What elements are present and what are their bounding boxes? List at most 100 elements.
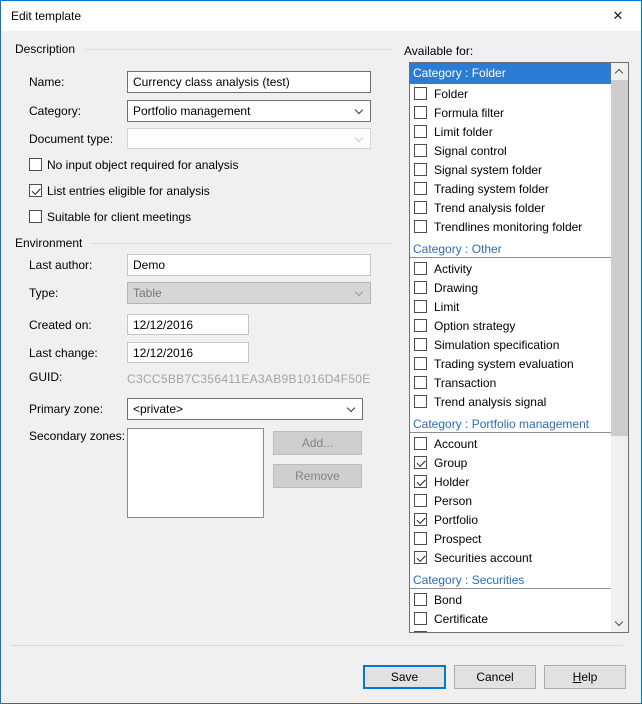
list-item-row[interactable]: Trading system folder (410, 179, 612, 198)
list-item-row[interactable]: Holder (410, 472, 612, 491)
unchecked-checkbox-icon[interactable] (414, 532, 427, 545)
type-label: Type: (29, 282, 58, 304)
list-item-row[interactable]: Signal system folder (410, 160, 612, 179)
unchecked-checkbox-icon[interactable] (29, 158, 42, 171)
description-group-label: Description (15, 42, 75, 56)
checkbox-label: No input object required for analysis (47, 158, 238, 172)
category-select[interactable]: Portfolio management (127, 100, 371, 122)
list-item-row[interactable]: Simulation specification (410, 335, 612, 354)
list-item-row[interactable]: Securities account (410, 548, 612, 567)
unchecked-checkbox-icon[interactable] (414, 87, 427, 100)
list-item-row[interactable]: Limit (410, 297, 612, 316)
chevron-down-icon (355, 134, 363, 142)
unchecked-checkbox-icon[interactable] (414, 201, 427, 214)
list-item-row[interactable]: Trend analysis signal (410, 392, 612, 411)
unchecked-checkbox-icon[interactable] (414, 395, 427, 408)
list-item-label: Certificate (434, 612, 488, 626)
list-item-row[interactable]: Formula filter (410, 103, 612, 122)
list-item-row[interactable]: Transaction (410, 373, 612, 392)
guid-label: GUID: (29, 366, 62, 388)
unchecked-checkbox-icon[interactable] (414, 357, 427, 370)
list-item-row[interactable]: Option strategy (410, 316, 612, 335)
unchecked-checkbox-icon[interactable] (414, 631, 427, 632)
option-checkbox-row[interactable]: No input object required for analysis (29, 157, 238, 172)
checked-checkbox-icon[interactable] (414, 456, 427, 469)
list-category-header[interactable]: Category : Other (410, 236, 612, 259)
option-checkbox-row[interactable]: List entries eligible for analysis (29, 183, 238, 198)
dialog-body: Description Name: Category: Portfolio ma… (1, 31, 641, 703)
unchecked-checkbox-icon[interactable] (414, 144, 427, 157)
list-item-label: Limit (434, 300, 459, 314)
type-select[interactable]: Table (127, 282, 371, 304)
save-button[interactable]: Save (363, 665, 446, 689)
name-input[interactable] (127, 71, 371, 93)
secondary-zones-listbox[interactable] (127, 428, 264, 518)
list-item-row[interactable]: Group (410, 453, 612, 472)
unchecked-checkbox-icon[interactable] (414, 319, 427, 332)
unchecked-checkbox-icon[interactable] (414, 494, 427, 507)
last-change-input[interactable] (127, 342, 249, 363)
scrollbar-thumb[interactable] (611, 80, 628, 436)
last-author-input[interactable] (127, 254, 371, 276)
list-item-row[interactable]: Signal control (410, 141, 612, 160)
add-button[interactable]: Add... (273, 431, 362, 455)
list-item-row[interactable]: Drawing (410, 278, 612, 297)
list-category-header-selected[interactable]: Category : Folder (410, 63, 612, 84)
list-item-row[interactable]: Limit folder (410, 122, 612, 141)
unchecked-checkbox-icon[interactable] (414, 125, 427, 138)
option-checkbox-row[interactable]: Suitable for client meetings (29, 209, 238, 224)
list-item-row[interactable]: Person (410, 491, 612, 510)
unchecked-checkbox-icon[interactable] (414, 281, 427, 294)
list-item-row[interactable]: Certificate (410, 609, 612, 628)
unchecked-checkbox-icon[interactable] (414, 612, 427, 625)
list-item-row[interactable]: Folder (410, 84, 612, 103)
created-on-input[interactable] (127, 314, 249, 335)
checked-checkbox-icon[interactable] (414, 475, 427, 488)
cancel-button[interactable]: Cancel (454, 665, 536, 689)
unchecked-checkbox-icon[interactable] (414, 338, 427, 351)
unchecked-checkbox-icon[interactable] (414, 262, 427, 275)
unchecked-checkbox-icon[interactable] (414, 182, 427, 195)
list-item-row[interactable]: Trading system evaluation (410, 354, 612, 373)
type-value: Table (133, 286, 162, 300)
unchecked-checkbox-icon[interactable] (414, 437, 427, 450)
unchecked-checkbox-icon[interactable] (29, 210, 42, 223)
guid-value: C3CC5BB7C356411EA3AB9B1016D4F50E (127, 372, 371, 386)
checked-checkbox-icon[interactable] (29, 184, 42, 197)
list-item-row[interactable]: Trendlines monitoring folder (410, 217, 612, 236)
name-label: Name: (29, 71, 64, 93)
list-category-header[interactable]: Category : Portfolio management (410, 411, 612, 434)
unchecked-checkbox-icon[interactable] (414, 376, 427, 389)
category-value: Portfolio management (133, 104, 250, 118)
environment-group-label: Environment (15, 236, 82, 250)
unchecked-checkbox-icon[interactable] (414, 593, 427, 606)
scrollbar[interactable] (611, 63, 628, 632)
titlebar[interactable]: Edit template ✕ (1, 1, 641, 31)
list-category-header[interactable]: Category : Securities (410, 567, 612, 590)
remove-button[interactable]: Remove (273, 464, 362, 488)
unchecked-checkbox-icon[interactable] (414, 106, 427, 119)
list-item-row[interactable]: Trend analysis folder (410, 198, 612, 217)
list-item-row[interactable]: Account (410, 434, 612, 453)
help-button[interactable]: Help (544, 665, 626, 689)
list-item-row[interactable]: Bond (410, 590, 612, 609)
checked-checkbox-icon[interactable] (414, 551, 427, 564)
scroll-up-icon[interactable] (611, 63, 628, 80)
unchecked-checkbox-icon[interactable] (414, 163, 427, 176)
document-type-select[interactable] (127, 128, 371, 149)
list-item-label: Holder (434, 475, 469, 489)
list-item-row[interactable]: Prospect (410, 529, 612, 548)
unchecked-checkbox-icon[interactable] (414, 300, 427, 313)
description-group-line (85, 49, 393, 50)
list-item-label: Transaction (434, 376, 496, 390)
list-item-row[interactable]: Portfolio (410, 510, 612, 529)
scroll-down-icon[interactable] (611, 615, 628, 632)
list-item-row[interactable]: Activity (410, 259, 612, 278)
list-item-row[interactable] (410, 628, 612, 632)
checked-checkbox-icon[interactable] (414, 513, 427, 526)
unchecked-checkbox-icon[interactable] (414, 220, 427, 233)
list-item-label: Prospect (434, 532, 481, 546)
list-item-label: Formula filter (434, 106, 504, 120)
primary-zone-select[interactable]: <private> (127, 398, 363, 420)
close-icon[interactable]: ✕ (595, 1, 641, 31)
